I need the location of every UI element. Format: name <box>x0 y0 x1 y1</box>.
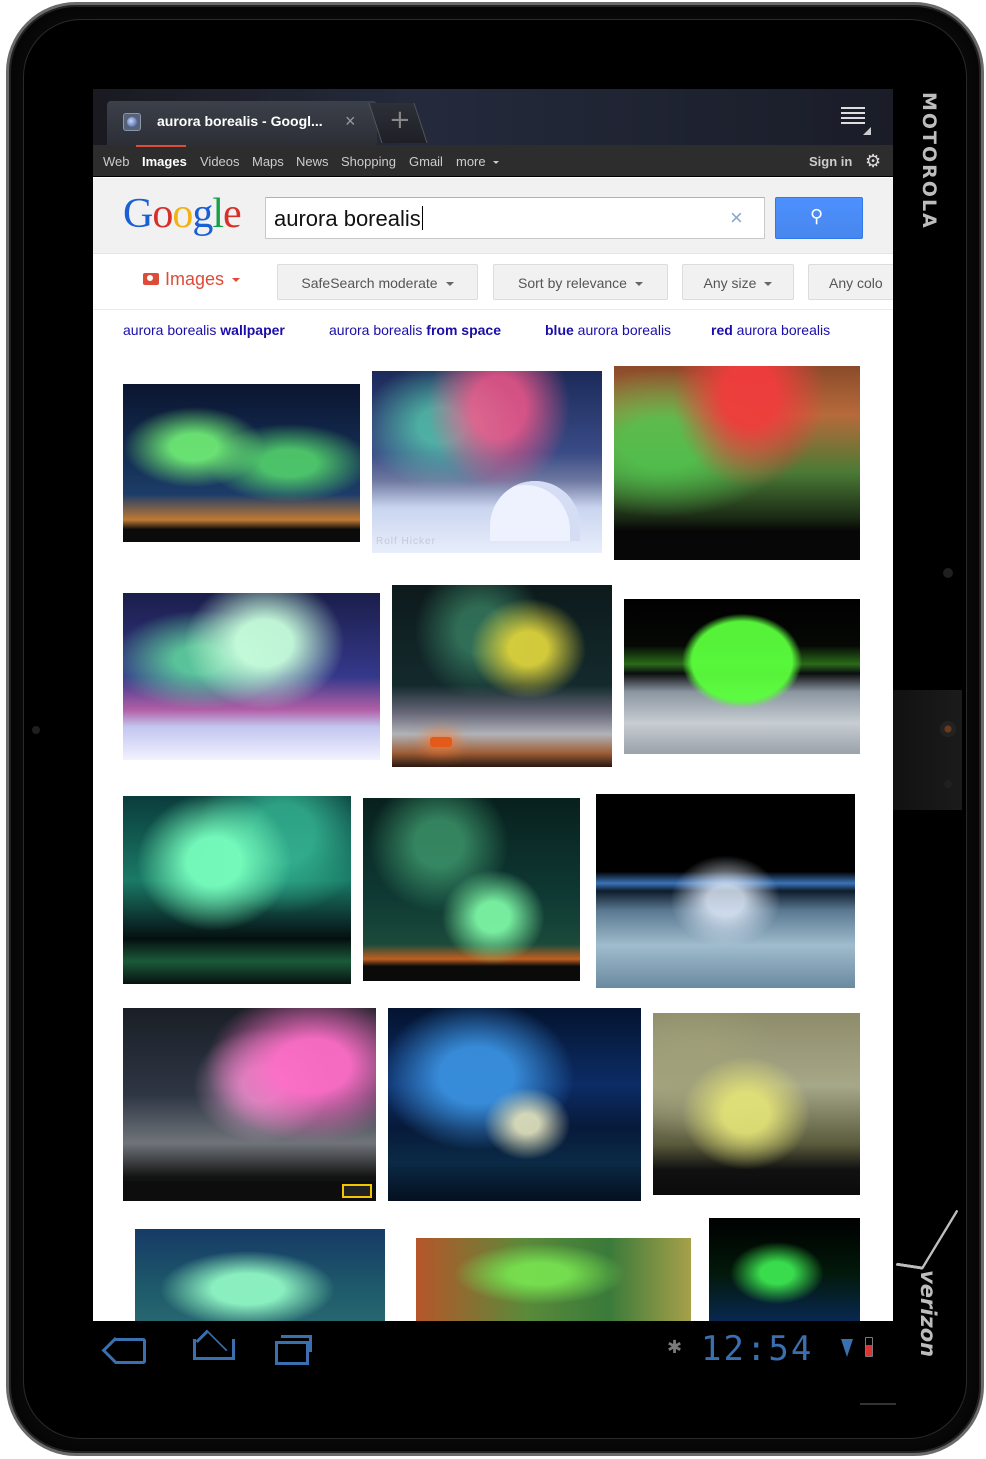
menu-corner-icon <box>863 127 871 135</box>
side-dot <box>32 726 40 734</box>
signal-icon <box>841 1339 853 1359</box>
size-label: Any size <box>703 275 757 291</box>
recent-apps-icon[interactable] <box>271 1335 312 1365</box>
camera-icon <box>143 273 159 285</box>
images-dropdown-label: Images <box>165 269 225 289</box>
system-bar: ✱ 12:54 <box>93 1321 893 1377</box>
front-sensor <box>943 568 953 578</box>
sort-dropdown[interactable]: Sort by relevance <box>493 264 668 300</box>
related-bold: wallpaper <box>220 322 285 338</box>
verizon-logo: verizon <box>916 1270 940 1358</box>
image-result[interactable] <box>392 585 612 767</box>
gear-icon[interactable]: ⚙ <box>865 151 881 172</box>
sign-in-link[interactable]: Sign in <box>809 154 852 169</box>
image-result[interactable] <box>123 1008 376 1201</box>
screen: aurora borealis - Googl... × + Web Image… <box>93 89 893 1377</box>
related-text: aurora borealis <box>123 322 221 338</box>
related-wallpaper[interactable]: aurora borealis wallpaper <box>123 322 285 338</box>
close-icon[interactable]: × <box>345 111 356 132</box>
image-result[interactable] <box>123 796 351 984</box>
motorola-logo: MOTOROLA <box>918 92 940 230</box>
chevron-down-icon <box>634 282 643 287</box>
clear-icon[interactable]: × <box>730 205 743 231</box>
chevron-down-icon <box>493 161 500 165</box>
image-result[interactable] <box>135 1229 385 1329</box>
browser-tab[interactable]: aurora borealis - Googl... × <box>107 101 377 145</box>
car-light <box>430 737 452 747</box>
gbar-more-label: more <box>456 154 486 169</box>
search-button[interactable]: ⚲ <box>775 197 863 239</box>
gbar-more[interactable]: more <box>456 154 500 169</box>
image-result[interactable] <box>709 1218 860 1328</box>
google-logo[interactable]: Google <box>123 190 242 238</box>
related-searches: aurora borealis wallpaper aurora boreali… <box>93 311 893 351</box>
battery-icon <box>865 1337 873 1357</box>
igloo-shape <box>490 481 580 541</box>
related-text: aurora borealis <box>732 322 831 338</box>
image-result[interactable] <box>416 1238 691 1328</box>
google-bar: Web Images Videos Maps News Shopping Gma… <box>93 145 893 177</box>
image-result[interactable]: Rolf Hicker <box>372 371 602 553</box>
image-result[interactable] <box>624 599 860 754</box>
safesearch-label: SafeSearch moderate <box>301 275 438 291</box>
search-icon: ⚲ <box>810 206 824 226</box>
image-result[interactable] <box>388 1008 641 1201</box>
tab-title: aurora borealis - Googl... <box>157 113 323 129</box>
image-result[interactable] <box>653 1013 860 1195</box>
image-result[interactable] <box>596 794 855 988</box>
menu-icon[interactable] <box>841 107 865 127</box>
safesearch-dropdown[interactable]: SafeSearch moderate <box>277 264 478 300</box>
related-text: aurora borealis <box>573 322 672 338</box>
back-icon[interactable] <box>111 1335 151 1364</box>
globe-icon <box>123 113 141 131</box>
image-credit: Rolf Hicker <box>376 536 436 547</box>
gbar-videos[interactable]: Videos <box>200 154 240 169</box>
gbar-maps[interactable]: Maps <box>252 154 284 169</box>
color-dropdown[interactable]: Any colo <box>808 264 893 300</box>
gbar-gmail[interactable]: Gmail <box>409 154 443 169</box>
clock[interactable]: 12:54 <box>701 1329 813 1369</box>
image-result[interactable] <box>123 384 360 542</box>
search-tools: Images SafeSearch moderate Sort by relev… <box>93 254 893 310</box>
light-sensor <box>944 780 952 788</box>
home-icon[interactable] <box>189 1335 235 1361</box>
related-blue[interactable]: blue aurora borealis <box>545 322 671 338</box>
gbar-news[interactable]: News <box>296 154 329 169</box>
android-debug-icon: ✱ <box>667 1337 683 1357</box>
bezel-line <box>860 1403 896 1405</box>
image-result[interactable] <box>363 798 580 981</box>
images-dropdown[interactable]: Images <box>143 269 241 290</box>
related-bold: from space <box>426 322 501 338</box>
image-result[interactable] <box>123 593 380 760</box>
related-bold: blue <box>545 322 574 338</box>
national-geographic-logo <box>342 1184 372 1198</box>
chevron-down-icon <box>445 282 454 287</box>
sort-label: Sort by relevance <box>518 275 627 291</box>
related-text: aurora borealis <box>329 322 427 338</box>
gbar-web[interactable]: Web <box>103 154 130 169</box>
related-from-space[interactable]: aurora borealis from space <box>329 322 501 338</box>
browser-tab-strip: aurora borealis - Googl... × + <box>93 89 893 145</box>
chevron-down-icon <box>764 282 773 287</box>
size-dropdown[interactable]: Any size <box>682 264 794 300</box>
search-header: Google aurora borealis × ⚲ <box>93 178 893 254</box>
plus-icon[interactable]: + <box>389 107 411 133</box>
search-input[interactable]: aurora borealis × <box>265 197 765 239</box>
gbar-images[interactable]: Images <box>142 154 187 169</box>
front-camera-icon <box>940 721 956 737</box>
active-indicator <box>136 145 186 147</box>
bezel-panel <box>892 690 962 810</box>
chevron-down-icon <box>232 278 241 283</box>
image-result[interactable] <box>614 366 860 560</box>
related-red[interactable]: red aurora borealis <box>711 322 830 338</box>
related-bold: red <box>711 322 733 338</box>
caption-band <box>123 1181 376 1201</box>
gbar-shopping[interactable]: Shopping <box>341 154 396 169</box>
search-query: aurora borealis <box>274 206 421 231</box>
color-label: Any colo <box>829 275 883 291</box>
